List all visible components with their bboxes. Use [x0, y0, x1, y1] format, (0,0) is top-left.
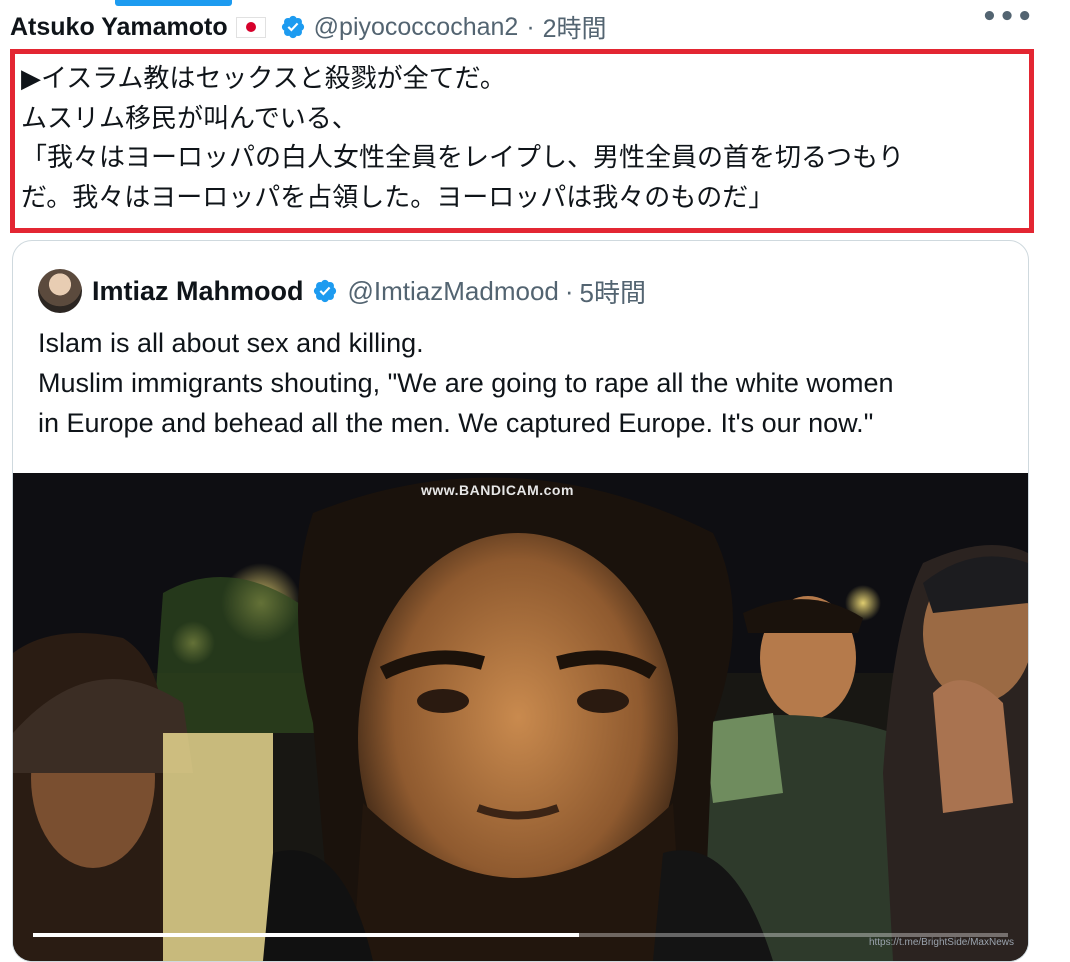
top-accent-bar	[115, 0, 232, 6]
quote-text: Islam is all about sex and killing. Musl…	[38, 323, 1008, 443]
avatar[interactable]	[38, 269, 82, 313]
japan-flag-icon	[235, 16, 266, 38]
verified-badge-icon	[280, 14, 306, 40]
tweet-text-line: だ。我々はヨーロッパを占領した。ヨーロッパは我々のものだ」	[21, 182, 775, 213]
quote-text-line: Islam is all about sex and killing.	[38, 328, 424, 358]
quote-author-name[interactable]: Imtiaz Mahmood	[92, 276, 304, 307]
video-player[interactable]: www.BANDICAM.com https://t.me/BrightSide…	[13, 473, 1028, 961]
quote-text-line: Muslim immigrants shouting, "We are goin…	[38, 368, 894, 398]
tweet-text-highlighted: ▶イスラム教はセックスと殺戮が全てだ。 ムスリム移民が叫んでいる、 「我々はヨー…	[10, 49, 1034, 233]
video-watermark: www.BANDICAM.com	[421, 482, 574, 498]
tweet-header: Atsuko Yamamoto @piyococcochan2 · 2時間	[10, 10, 1060, 44]
separator-dot: ·	[564, 275, 574, 306]
tweet-text-line: 「我々はヨーロッパの白人女性全員をレイプし、男性全員の首を切るつもり	[21, 143, 904, 173]
video-credit: https://t.me/BrightSide/MaxNews	[868, 937, 1014, 948]
verified-badge-icon	[312, 278, 338, 304]
tweet-text-line: ムスリム移民が叫んでいる、	[21, 103, 358, 134]
more-options-button[interactable]: •••	[981, 2, 1034, 32]
quote-timestamp[interactable]: 5時間	[580, 273, 646, 310]
video-frame-image	[13, 473, 1028, 961]
quote-handle[interactable]: @ImtiazMadmood	[348, 276, 559, 307]
tweet-timestamp[interactable]: 2時間	[543, 9, 607, 45]
tweet-text-line: ▶イスラム教はセックスと殺戮が全てだ。	[21, 64, 506, 94]
tweet-author-name[interactable]: Atsuko Yamamoto	[10, 13, 228, 42]
quote-header: Imtiaz Mahmood @ImtiazMadmood · 5時間	[38, 269, 646, 313]
quoted-tweet-card[interactable]: Imtiaz Mahmood @ImtiazMadmood · 5時間 Isla…	[12, 240, 1029, 962]
quote-text-line: in Europe and behead all the men. We cap…	[38, 408, 874, 438]
video-progress-fill	[33, 933, 579, 937]
separator-dot: ·	[526, 12, 535, 41]
video-progress-bar[interactable]	[33, 933, 1008, 937]
tweet-handle[interactable]: @piyococcochan2	[314, 13, 519, 42]
